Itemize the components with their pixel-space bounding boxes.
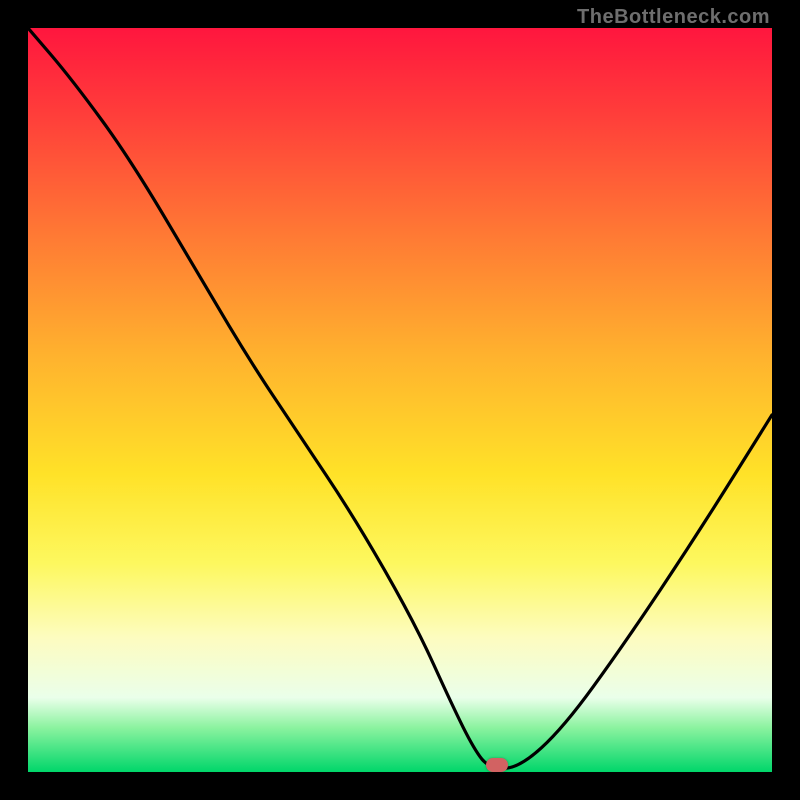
optimal-marker: [486, 758, 508, 772]
watermark-text: TheBottleneck.com: [577, 6, 770, 29]
plot-area: [28, 28, 772, 772]
chart-container: TheBottleneck.com: [0, 0, 800, 800]
